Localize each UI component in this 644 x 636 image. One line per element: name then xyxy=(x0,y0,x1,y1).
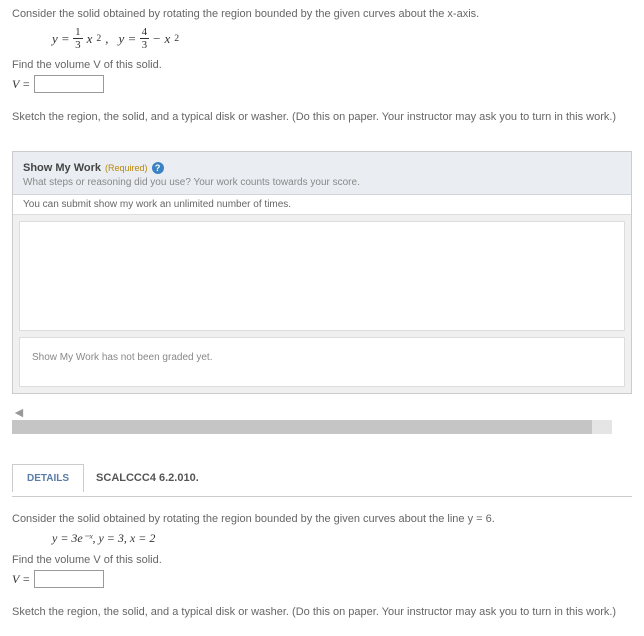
answer-row-1: V = xyxy=(12,75,632,93)
volume-input-2[interactable] xyxy=(34,570,104,588)
work-title-text: Show My Work xyxy=(23,162,101,174)
work-body-area[interactable] xyxy=(19,221,625,331)
work-note: You can submit show my work an unlimited… xyxy=(13,195,631,215)
problem-2-prompt: Consider the solid obtained by rotating … xyxy=(12,513,632,525)
horizontal-scroller: ◄ xyxy=(12,404,632,434)
work-title-row: Show My Work (Required) ? xyxy=(23,162,164,174)
volume-input-1[interactable] xyxy=(34,75,104,93)
problem-1-equations: y= 13 x2, y= 43 −x2 xyxy=(52,26,632,51)
work-subtitle: What steps or reasoning did you use? You… xyxy=(23,177,621,188)
section-rule xyxy=(12,496,632,497)
find-volume-1: Find the volume V of this solid. xyxy=(12,59,632,71)
work-status-text: Show My Work has not been graded yet. xyxy=(32,352,212,363)
v-label-1: V = xyxy=(12,77,30,92)
sketch-instruction-2: Sketch the region, the solid, and a typi… xyxy=(12,606,632,618)
sketch-instruction-1: Sketch the region, the solid, and a typi… xyxy=(12,111,632,123)
scrollbar-track[interactable] xyxy=(12,420,612,434)
work-status-box: Show My Work has not been graded yet. xyxy=(19,337,625,387)
work-header: Show My Work (Required) ? What steps or … xyxy=(13,152,631,195)
problem-1-prompt: Consider the solid obtained by rotating … xyxy=(12,8,632,20)
details-button[interactable]: DETAILS xyxy=(12,464,84,492)
problem-2: Consider the solid obtained by rotating … xyxy=(0,505,644,636)
problem-1: Consider the solid obtained by rotating … xyxy=(0,0,644,141)
work-required-label: (Required) xyxy=(105,163,148,173)
find-volume-2: Find the volume V of this solid. xyxy=(12,554,632,566)
scrollbar-thumb[interactable] xyxy=(12,420,592,434)
help-icon[interactable]: ? xyxy=(152,162,164,174)
v-label-2: V = xyxy=(12,572,30,587)
section-header-2: DETAILS SCALCCC4 6.2.010. xyxy=(12,464,632,492)
answer-row-2: V = xyxy=(12,570,632,588)
show-my-work-panel: Show My Work (Required) ? What steps or … xyxy=(12,151,632,394)
scroll-left-icon[interactable]: ◄ xyxy=(12,404,26,420)
section-code: SCALCCC4 6.2.010. xyxy=(84,464,211,492)
problem-2-equations: y = 3e⁻ˣ, y = 3, x = 2 xyxy=(52,531,632,546)
